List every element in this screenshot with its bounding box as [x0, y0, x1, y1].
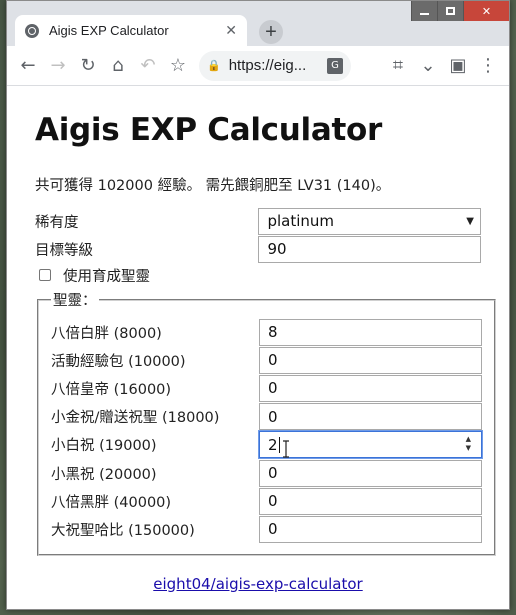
- spirit-input[interactable]: 0: [259, 403, 482, 431]
- spirit-input[interactable]: 8: [259, 318, 482, 346]
- spirit-row: 八倍白胖 (8000) 8: [51, 318, 482, 346]
- spirit-row: 小白祝 (19000) 2 ▲ ▼: [51, 431, 482, 459]
- spirit-label: 小金祝/贈送祝聖 (18000): [51, 410, 220, 427]
- use-nurture-label: 使用育成聖靈: [63, 268, 150, 285]
- address-bar[interactable]: 🔒 https://eig... G: [199, 50, 351, 81]
- new-tab-button[interactable]: +: [259, 20, 283, 44]
- reload-icon[interactable]: ↻: [73, 51, 103, 81]
- window-controls: ✕: [411, 1, 509, 21]
- tab-strip: Aigis EXP Calculator ✕ + ✕: [7, 1, 509, 46]
- minimize-button[interactable]: [411, 1, 437, 21]
- spirit-input[interactable]: 0: [259, 515, 482, 543]
- pocket-icon[interactable]: ⌄: [413, 51, 443, 81]
- spirit-input[interactable]: 0: [259, 374, 482, 402]
- spirit-row: 八倍皇帝 (16000) 0: [51, 374, 482, 402]
- minimize-icon: [420, 13, 429, 15]
- lock-icon: 🔒: [207, 59, 221, 72]
- browser-tab[interactable]: Aigis EXP Calculator ✕: [15, 15, 247, 46]
- spirits-fieldset: 聖靈： 八倍白胖 (8000) 8 活動經驗包 (10000) 0 八倍皇帝 (…: [37, 289, 496, 556]
- rarity-label: 稀有度: [35, 214, 79, 231]
- stepper-up-icon[interactable]: ▲: [466, 435, 471, 444]
- tab-title: Aigis EXP Calculator: [49, 23, 169, 38]
- spirit-input[interactable]: 0: [259, 459, 482, 487]
- back-icon[interactable]: ←: [13, 51, 43, 81]
- page-content: Aigis EXP Calculator 共可獲得 102000 經驗。 需先餵…: [7, 112, 509, 593]
- menu-icon[interactable]: ⋮: [473, 51, 503, 81]
- stepper-down-icon[interactable]: ▼: [466, 444, 471, 453]
- repo-link[interactable]: eight04/aigis-exp-calculator: [153, 575, 362, 593]
- translate-icon[interactable]: G: [327, 57, 343, 74]
- spirit-label: 八倍黑胖 (40000): [51, 494, 172, 511]
- url-text: https://eig...: [228, 57, 307, 74]
- spirit-label: 小黑祝 (20000): [51, 466, 157, 483]
- spirit-label: 八倍白胖 (8000): [51, 325, 162, 342]
- spirit-label: 大祝聖哈比 (150000): [51, 522, 195, 539]
- text-caret: [278, 436, 280, 453]
- home-icon[interactable]: ⌂: [103, 51, 133, 81]
- maximize-button[interactable]: [437, 1, 463, 21]
- spirit-row: 活動經驗包 (10000) 0: [51, 346, 482, 374]
- spirit-row: 大祝聖哈比 (150000) 0: [51, 515, 482, 543]
- text-cursor-icon: [283, 440, 289, 458]
- spirits-legend: 聖靈：: [53, 293, 97, 309]
- page-title: Aigis EXP Calculator: [35, 112, 382, 148]
- spirit-row: 小金祝/贈送祝聖 (18000) 0: [51, 403, 482, 431]
- spirit-label: 小白祝 (19000): [51, 438, 157, 455]
- spirit-input[interactable]: 0: [259, 487, 482, 515]
- close-tab-icon[interactable]: ✕: [225, 23, 237, 39]
- target-level-label: 目標等級: [35, 242, 93, 259]
- spirit-label: 活動經驗包 (10000): [51, 353, 186, 370]
- maximize-icon: [446, 7, 455, 15]
- close-icon: ✕: [481, 4, 492, 18]
- browser-toolbar: ← → ↻ ⌂ ↶ ☆ 🔒 https://eig... G ⌗ ⌄ ▣ ⋮: [7, 46, 509, 86]
- forward-icon[interactable]: →: [43, 51, 73, 81]
- close-window-button[interactable]: ✕: [463, 1, 509, 21]
- crop-icon[interactable]: ⌗: [383, 51, 413, 81]
- extension-icon[interactable]: ▣: [443, 51, 473, 81]
- rarity-select[interactable]: platinum: [258, 207, 481, 235]
- bookmark-star-icon[interactable]: ☆: [163, 51, 193, 81]
- spirit-input-focused[interactable]: 2 ▲ ▼: [259, 431, 482, 459]
- globe-icon: [25, 23, 39, 38]
- browser-window: Aigis EXP Calculator ✕ + ✕ ← → ↻ ⌂ ↶ ☆ 🔒…: [6, 0, 510, 610]
- number-stepper[interactable]: ▲ ▼: [466, 435, 471, 453]
- undo-icon[interactable]: ↶: [133, 51, 163, 81]
- spirit-input-value: 2: [268, 435, 278, 454]
- spirit-row: 小黑祝 (20000) 0: [51, 459, 482, 487]
- summary-text: 共可獲得 102000 經驗。 需先餵銅肥至 LV31 (140)。: [35, 178, 391, 194]
- target-level-input[interactable]: 90: [258, 235, 481, 263]
- spirit-input[interactable]: 0: [259, 346, 482, 374]
- use-nurture-checkbox[interactable]: [39, 269, 51, 281]
- spirit-row: 八倍黑胖 (40000) 0: [51, 487, 482, 515]
- spirit-label: 八倍皇帝 (16000): [51, 381, 172, 398]
